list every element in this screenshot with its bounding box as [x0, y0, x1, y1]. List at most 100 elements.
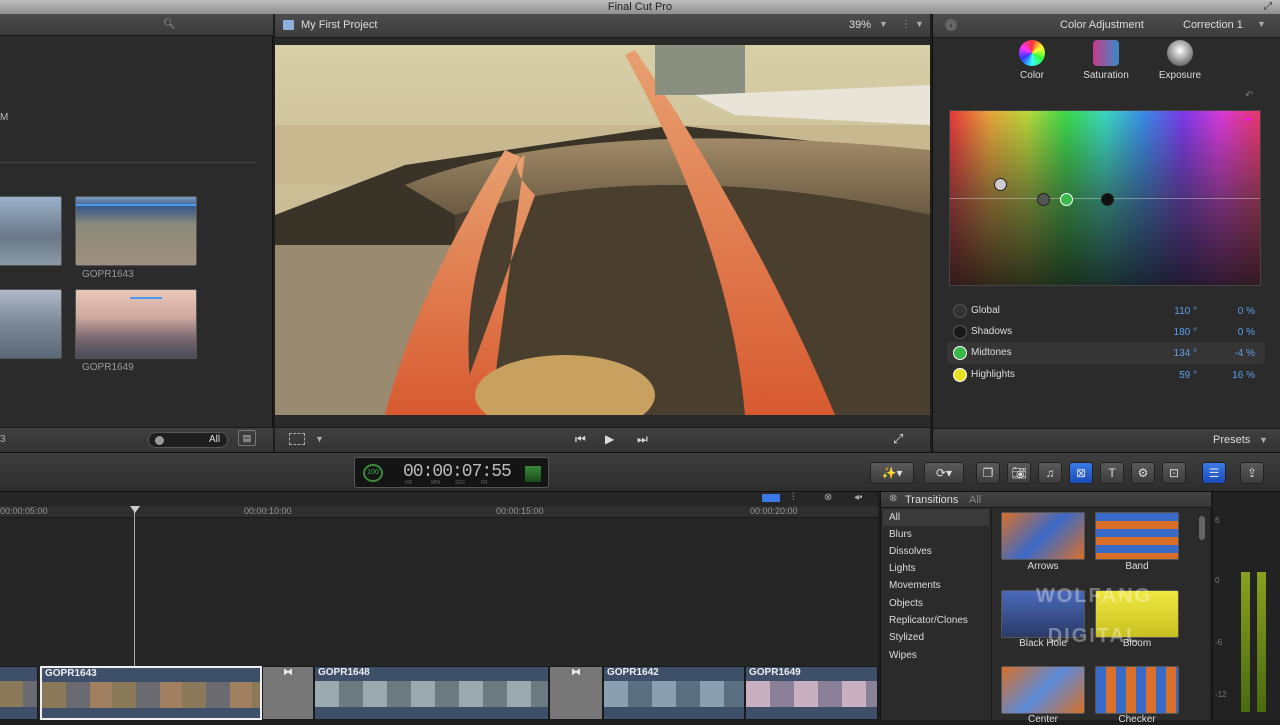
- main-toolbar: 100 00:00:07:55 HR MIN SEC FR ✨▾ ⟳▾ ❐ 📷︎…: [0, 452, 1280, 492]
- titles-icon[interactable]: T: [1100, 462, 1124, 484]
- tab-saturation-label: Saturation: [1083, 70, 1129, 81]
- transition-thumbnail[interactable]: [1095, 512, 1179, 560]
- retime-button[interactable]: ⟳▾: [924, 462, 964, 484]
- speed-indicator: 100: [363, 464, 383, 482]
- global-puck[interactable]: [994, 178, 1007, 191]
- filter-label[interactable]: All: [209, 434, 220, 445]
- event-browser: 🔍︎ M GOPR1643 GOPR1649 3 All ▤: [0, 14, 273, 452]
- category-item[interactable]: Wipes: [889, 650, 917, 661]
- zoom-level[interactable]: 39%: [849, 19, 871, 31]
- color-board[interactable]: + −: [949, 110, 1261, 286]
- ruler-tick: 00:00:20:00: [750, 506, 798, 516]
- timeline-clip[interactable]: GOPR1649: [745, 666, 878, 720]
- category-item[interactable]: Dissolves: [889, 546, 932, 557]
- browser-bottom-bar: 3 All ▤: [0, 427, 273, 452]
- timecode-unit: FR: [481, 480, 488, 486]
- clip-count: 3: [0, 434, 6, 445]
- shadows-puck[interactable]: [1037, 193, 1050, 206]
- share-icon[interactable]: ⇪: [1240, 462, 1264, 484]
- row-highlights[interactable]: Highlights 59 ° 16 %: [933, 366, 1280, 386]
- category-item[interactable]: Replicator/Clones: [889, 615, 968, 626]
- audio-waveform-icon[interactable]: ⫶: [792, 492, 795, 503]
- generators-icon[interactable]: ⚙: [1131, 462, 1155, 484]
- presets-button[interactable]: Presets: [1213, 434, 1250, 446]
- transition-thumbnail[interactable]: [1001, 512, 1085, 560]
- clip-thumbnail[interactable]: [75, 196, 197, 266]
- timecode-unit: HR: [405, 480, 413, 486]
- solo-icon[interactable]: ◂▪: [854, 492, 863, 503]
- correction-dropdown-icon[interactable]: ▼: [1257, 19, 1266, 29]
- close-icon[interactable]: ⊗: [889, 493, 897, 504]
- subtract-icon[interactable]: −: [1244, 269, 1252, 285]
- category-item[interactable]: Objects: [889, 598, 923, 609]
- list-view-icon[interactable]: ▤: [238, 430, 256, 446]
- inspector-toggle-icon[interactable]: ☰: [1202, 462, 1226, 484]
- timecode-display[interactable]: 100 00:00:07:55 HR MIN SEC FR: [354, 457, 549, 488]
- clip-name: GOPR1648: [318, 667, 370, 678]
- row-shadows[interactable]: Shadows 180 ° 0 %: [933, 322, 1280, 342]
- clip-thumbnail[interactable]: [0, 196, 62, 266]
- fullscreen-icon[interactable]: ⤢: [893, 431, 903, 447]
- tab-saturation[interactable]: Saturation: [1073, 40, 1139, 81]
- clip-thumbnail[interactable]: [0, 289, 62, 359]
- library-icon[interactable]: ❐: [976, 462, 1000, 484]
- window-title: Final Cut Pro: [607, 1, 673, 13]
- enhance-button[interactable]: ✨▾: [870, 462, 914, 484]
- search-icon[interactable]: 🔍︎: [163, 19, 176, 30]
- row-angle: 110 °: [1174, 306, 1197, 317]
- add-icon[interactable]: +: [1244, 111, 1252, 127]
- timeline-clip[interactable]: GOPR1643: [40, 666, 262, 720]
- transitions-scrollbar[interactable]: [1199, 516, 1205, 540]
- highlights-puck[interactable]: [1101, 193, 1114, 206]
- transition-marker[interactable]: ⧓: [262, 666, 314, 720]
- photos-icon[interactable]: 📷︎: [1007, 462, 1031, 484]
- timeline-clip[interactable]: [0, 666, 38, 720]
- reset-icon[interactable]: ↶: [1245, 90, 1253, 101]
- meter-label: 0: [1215, 576, 1220, 585]
- themes-icon[interactable]: ⊡: [1162, 462, 1186, 484]
- crop-icon[interactable]: [289, 433, 305, 445]
- category-item[interactable]: Lights: [889, 563, 916, 574]
- snapping-icon[interactable]: ⊗: [824, 492, 832, 503]
- viewer-image: [275, 45, 930, 415]
- view-options-dropdown-icon[interactable]: ▼: [915, 19, 924, 29]
- row-amount: 0 %: [1237, 327, 1255, 338]
- clip-thumbnail[interactable]: [75, 289, 197, 359]
- resize-icon[interactable]: ⤢: [1264, 0, 1272, 14]
- category-item[interactable]: Movements: [889, 580, 941, 591]
- shadows-dot-icon: [953, 325, 967, 339]
- timeline-clip[interactable]: GOPR1642: [603, 666, 745, 720]
- clip-appearance-icon[interactable]: [762, 494, 780, 502]
- view-options-icon[interactable]: ⋮: [901, 19, 911, 30]
- tab-exposure[interactable]: Exposure: [1147, 40, 1213, 81]
- back-icon[interactable]: ‹: [945, 19, 957, 31]
- transitions-icon[interactable]: ⊠: [1069, 462, 1093, 484]
- music-icon[interactable]: ♫: [1038, 462, 1062, 484]
- timeline-clip[interactable]: GOPR1648: [314, 666, 549, 720]
- correction-selector[interactable]: Correction 1: [1183, 19, 1243, 31]
- rewind-icon[interactable]: ⏮: [575, 432, 586, 447]
- category-item[interactable]: Stylized: [889, 632, 924, 643]
- transition-marker[interactable]: ⧓: [549, 666, 603, 720]
- zoom-dropdown-icon[interactable]: ▼: [879, 19, 888, 29]
- midtones-puck[interactable]: [1060, 193, 1073, 206]
- presets-dropdown-icon[interactable]: ▼: [1259, 435, 1268, 445]
- ruler-tick: 00:00:15:00: [496, 506, 544, 516]
- tab-color[interactable]: Color: [999, 40, 1065, 81]
- playhead-marker-icon[interactable]: [130, 506, 140, 513]
- category-item[interactable]: All: [889, 512, 900, 523]
- transition-thumbnail[interactable]: [1095, 666, 1179, 714]
- right-channel-meter: [1257, 572, 1266, 712]
- clip-name: GOPR1642: [607, 667, 659, 678]
- window-title-bar: Final Cut Pro ⤢: [0, 0, 1280, 14]
- row-midtones[interactable]: Midtones 134 ° -4 %: [947, 342, 1265, 364]
- play-icon[interactable]: ▶: [605, 432, 614, 446]
- crop-dropdown-icon[interactable]: ▼: [315, 434, 324, 444]
- forward-icon[interactable]: ⏭: [637, 432, 648, 447]
- row-angle: 180 °: [1173, 327, 1197, 338]
- color-wheel-icon: [1019, 40, 1045, 66]
- transition-thumbnail[interactable]: [1001, 666, 1085, 714]
- row-global[interactable]: Global 110 ° 0 %: [933, 301, 1280, 321]
- transitions-filter[interactable]: All: [969, 494, 981, 506]
- category-item[interactable]: Blurs: [889, 529, 912, 540]
